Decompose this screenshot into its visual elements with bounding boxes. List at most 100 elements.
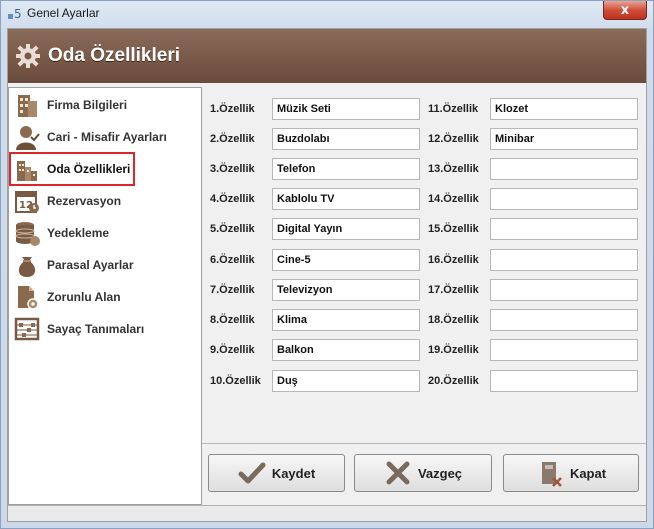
feature-label: 7.Özellik bbox=[210, 284, 255, 296]
feature-input-10[interactable] bbox=[272, 370, 420, 392]
feature-label: 3.Özellik bbox=[210, 163, 255, 175]
feature-input-2[interactable] bbox=[272, 128, 420, 150]
feature-label: 8.Özellik bbox=[210, 314, 255, 326]
city-icon bbox=[17, 161, 37, 181]
close-button-label: Kapat bbox=[569, 465, 607, 481]
save-button[interactable]: Kaydet bbox=[208, 454, 345, 492]
feature-row-13: 13.Özellik bbox=[428, 158, 638, 180]
feature-input-20[interactable] bbox=[490, 370, 638, 392]
close-button[interactable]: Kapat bbox=[503, 454, 639, 492]
client-area: Oda Özellikleri Firma Bilgileri Cari - M… bbox=[7, 28, 647, 522]
sidebar-item-zorunlu-alan[interactable]: Zorunlu Alan bbox=[11, 282, 199, 312]
building-icon bbox=[18, 95, 37, 117]
feature-input-3[interactable] bbox=[272, 158, 420, 180]
gear-icon bbox=[16, 44, 40, 68]
feature-label: 15.Özellik bbox=[428, 223, 479, 235]
feature-row-19: 19.Özellik bbox=[428, 339, 638, 361]
sidebar-item-label: Zorunlu Alan bbox=[47, 290, 121, 304]
abacus-icon bbox=[14, 317, 40, 341]
sidebar-item-label: Cari - Misafir Ayarları bbox=[47, 130, 167, 144]
status-bar bbox=[8, 505, 646, 521]
calendar-icon: 12 bbox=[15, 191, 39, 213]
feature-label: 18.Özellik bbox=[428, 314, 479, 326]
feature-input-16[interactable] bbox=[490, 249, 638, 271]
feature-row-10: 10.Özellik bbox=[210, 370, 420, 392]
sidebar-item-cari-misafir[interactable]: Cari - Misafir Ayarları bbox=[11, 122, 199, 152]
feature-row-18: 18.Özellik bbox=[428, 309, 638, 331]
feature-row-5: 5.Özellik bbox=[210, 218, 420, 240]
feature-row-16: 16.Özellik bbox=[428, 249, 638, 271]
feature-row-15: 15.Özellik bbox=[428, 218, 638, 240]
feature-row-14: 14.Özellik bbox=[428, 188, 638, 210]
sidebar-item-parasal-ayarlar[interactable]: Parasal Ayarlar bbox=[11, 250, 199, 280]
feature-label: 6.Özellik bbox=[210, 254, 255, 266]
sidebar-item-label: Oda Özellikleri bbox=[47, 162, 131, 176]
feature-label: 14.Özellik bbox=[428, 193, 479, 205]
sidebar-item-sayac-tanimalari[interactable]: Sayaç Tanımaları bbox=[11, 314, 199, 344]
app-icon: 5 bbox=[8, 7, 22, 21]
feature-label: 12.Özellik bbox=[428, 133, 479, 145]
cross-icon bbox=[386, 461, 410, 485]
feature-input-18[interactable] bbox=[490, 309, 638, 331]
window-title: Genel Ayarlar bbox=[27, 6, 100, 20]
settings-window: 5 Genel Ayarlar x Oda Özellikleri Firma … bbox=[0, 0, 654, 529]
checkmark-icon bbox=[238, 462, 266, 484]
database-icon bbox=[15, 222, 40, 246]
sidebar-item-yedekleme[interactable]: Yedekleme bbox=[11, 218, 199, 248]
feature-row-7: 7.Özellik bbox=[210, 279, 420, 301]
feature-label: 2.Özellik bbox=[210, 133, 255, 145]
sidebar-item-oda-ozellikleri[interactable]: Oda Özellikleri bbox=[9, 152, 135, 186]
feature-row-8: 8.Özellik bbox=[210, 309, 420, 331]
feature-input-4[interactable] bbox=[272, 188, 420, 210]
sidebar-item-label: Firma Bilgileri bbox=[47, 98, 128, 112]
feature-input-12[interactable] bbox=[490, 128, 638, 150]
sidebar-item-label: Sayaç Tanımaları bbox=[47, 322, 145, 336]
sidebar: Firma Bilgileri Cari - Misafir Ayarları … bbox=[8, 87, 202, 505]
sidebar-item-firma-bilgileri[interactable]: Firma Bilgileri bbox=[11, 90, 199, 120]
cancel-button[interactable]: Vazgeç bbox=[354, 454, 492, 492]
feature-row-1: 1.Özellik bbox=[210, 98, 420, 120]
feature-row-12: 12.Özellik bbox=[428, 128, 638, 150]
exit-door-icon bbox=[541, 462, 562, 487]
feature-input-7[interactable] bbox=[272, 279, 420, 301]
features-form: 1.Özellik 2.Özellik 3.Özellik 4.Özellik … bbox=[202, 87, 646, 447]
window-close-button[interactable]: x bbox=[603, 1, 647, 20]
user-icon bbox=[16, 126, 40, 150]
page-header: Oda Özellikleri bbox=[8, 29, 646, 83]
feature-label: 1.Özellik bbox=[210, 103, 255, 115]
feature-input-1[interactable] bbox=[272, 98, 420, 120]
sidebar-item-label: Yedekleme bbox=[47, 226, 110, 240]
sidebar-item-label: Rezervasyon bbox=[47, 194, 122, 208]
cancel-button-label: Vazgeç bbox=[417, 465, 463, 481]
svg-text:5: 5 bbox=[14, 7, 22, 21]
feature-input-9[interactable] bbox=[272, 339, 420, 361]
title-bar: 5 Genel Ayarlar x bbox=[1, 1, 653, 25]
feature-input-8[interactable] bbox=[272, 309, 420, 331]
feature-row-4: 4.Özellik bbox=[210, 188, 420, 210]
feature-input-6[interactable] bbox=[272, 249, 420, 271]
feature-row-2: 2.Özellik bbox=[210, 128, 420, 150]
feature-label: 9.Özellik bbox=[210, 344, 255, 356]
page-title: Oda Özellikleri bbox=[48, 45, 180, 66]
feature-input-17[interactable] bbox=[490, 279, 638, 301]
feature-label: 5.Özellik bbox=[210, 223, 255, 235]
feature-input-11[interactable] bbox=[490, 98, 638, 120]
feature-label: 10.Özellik bbox=[210, 375, 261, 387]
feature-label: 16.Özellik bbox=[428, 254, 479, 266]
feature-label: 20.Özellik bbox=[428, 375, 479, 387]
feature-row-11: 11.Özellik bbox=[428, 98, 638, 120]
feature-input-5[interactable] bbox=[272, 218, 420, 240]
document-gear-icon bbox=[18, 286, 39, 310]
feature-row-20: 20.Özellik bbox=[428, 370, 638, 392]
feature-input-15[interactable] bbox=[490, 218, 638, 240]
feature-input-19[interactable] bbox=[490, 339, 638, 361]
sidebar-item-label: Parasal Ayarlar bbox=[47, 258, 134, 272]
save-button-label: Kaydet bbox=[271, 465, 316, 481]
feature-label: 17.Özellik bbox=[428, 284, 479, 296]
feature-label: 4.Özellik bbox=[210, 193, 255, 205]
sidebar-item-rezervasyon[interactable]: 12 Rezervasyon bbox=[11, 186, 199, 216]
button-divider bbox=[202, 443, 646, 444]
feature-input-13[interactable] bbox=[490, 158, 638, 180]
feature-input-14[interactable] bbox=[490, 188, 638, 210]
feature-row-17: 17.Özellik bbox=[428, 279, 638, 301]
